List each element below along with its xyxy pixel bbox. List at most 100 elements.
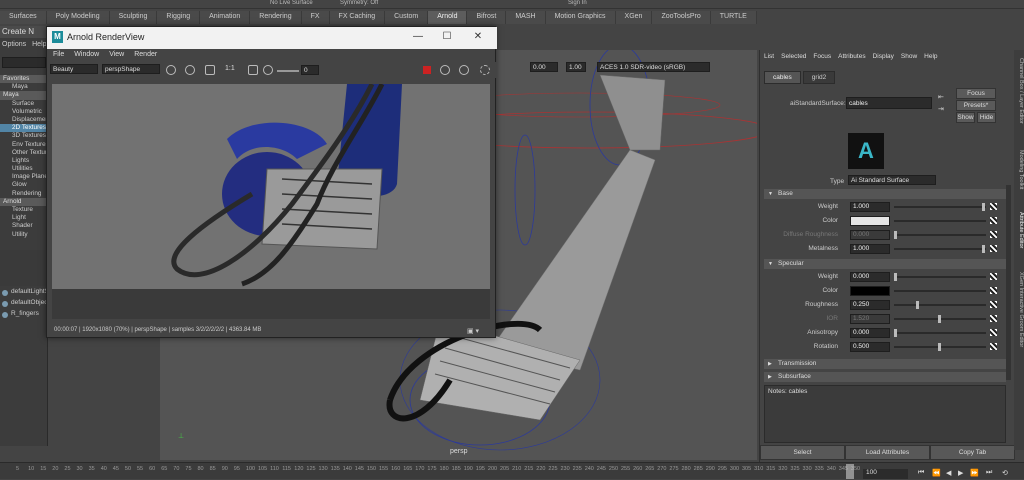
ae-menu-selected[interactable]: Selected: [781, 53, 806, 60]
hide-button[interactable]: Hide: [977, 112, 996, 123]
view-transform-dropdown[interactable]: ACES 1.0 SDR-video (sRGB): [597, 62, 710, 72]
go-start-icon[interactable]: ⏮: [918, 469, 924, 477]
slider-knob[interactable]: [894, 273, 897, 281]
ae-menu-help[interactable]: Help: [924, 53, 937, 60]
map-button-icon[interactable]: [990, 301, 997, 308]
side-tab-modeling-toolkit[interactable]: Modeling Toolkit: [1014, 150, 1024, 189]
map-button-icon[interactable]: [990, 203, 997, 210]
menu-options[interactable]: Options: [2, 41, 26, 48]
tree-item[interactable]: Rendering: [0, 190, 48, 198]
ipr-icon[interactable]: [459, 65, 469, 75]
attr-value-input[interactable]: 0.250: [850, 300, 890, 310]
map-button-icon[interactable]: [990, 231, 997, 238]
presets-button[interactable]: Presets*: [956, 100, 996, 111]
play-forward-icon[interactable]: ▶: [958, 469, 963, 477]
arm-hand[interactable]: [599, 74, 666, 151]
section-specular[interactable]: Specular: [764, 259, 1006, 269]
timeline-ruler[interactable]: 5 10 15 20 25 30 35 40 45 50 55 60 65 70 75 80 85 90 95 100…: [0, 463, 860, 480]
menu-view[interactable]: View: [109, 51, 124, 61]
attr-value-input[interactable]: 0.000: [850, 328, 890, 338]
outliner-item[interactable]: defaultObjectSet: [0, 299, 59, 310]
output-connection-icon[interactable]: ⇥: [938, 105, 944, 113]
loop-icon[interactable]: ⟲: [1002, 469, 1008, 477]
node-search-input[interactable]: [2, 57, 46, 68]
type-dropdown[interactable]: Ai Standard Surface: [848, 175, 936, 185]
current-frame-input[interactable]: 100: [863, 469, 908, 479]
shelf-tab-xgen[interactable]: XGen: [615, 11, 653, 24]
map-button-icon[interactable]: [990, 343, 997, 350]
maximize-icon[interactable]: ☐: [438, 30, 456, 44]
tree-item[interactable]: Glow: [0, 181, 48, 189]
tree-item[interactable]: 3D Textures: [0, 132, 48, 140]
gamma-input[interactable]: 0.00: [530, 62, 558, 72]
step-forward-icon[interactable]: ⏩: [970, 469, 979, 477]
arnold-renderview-window[interactable]: M Arnold RenderView — ☐ ✕ File Window Vi…: [46, 26, 497, 338]
attr-slider[interactable]: [894, 273, 986, 281]
attr-value-input[interactable]: 0.000: [850, 272, 890, 282]
symmetry-field[interactable]: Symmetry: Off: [340, 0, 378, 6]
side-tab-xgen-groom[interactable]: XGen Interactive Groom Editor: [1014, 272, 1024, 347]
show-button[interactable]: Show: [956, 112, 975, 123]
attr-value-input[interactable]: 1.000: [850, 202, 890, 212]
slider-knob[interactable]: [938, 315, 941, 323]
go-end-icon[interactable]: ⏭: [986, 469, 992, 477]
shelf-tab-motion-graphics[interactable]: Motion Graphics: [545, 11, 616, 24]
exposure-input[interactable]: 0: [301, 65, 319, 75]
ae-tab-grid2[interactable]: grid2: [802, 71, 836, 84]
ae-tab-cables[interactable]: cables: [764, 71, 801, 84]
close-icon[interactable]: ✕: [469, 30, 487, 44]
shelf-tab-sculpting[interactable]: Sculpting: [109, 11, 158, 24]
map-button-icon[interactable]: [990, 217, 997, 224]
attr-value-input[interactable]: 1.000: [850, 244, 890, 254]
ratio-button[interactable]: 1:1: [225, 65, 235, 72]
section-transmission[interactable]: Transmission: [764, 359, 1006, 369]
ae-menu-show[interactable]: Show: [901, 53, 917, 60]
ae-menu-focus[interactable]: Focus: [813, 53, 831, 60]
shelf-tab-custom[interactable]: Custom: [385, 11, 429, 24]
outliner-item[interactable]: R_fingers: [0, 310, 48, 321]
tree-item[interactable]: Surface: [0, 100, 48, 108]
node-name-input[interactable]: cables: [846, 97, 932, 109]
settings-gear-icon[interactable]: [480, 65, 490, 75]
live-surface-field[interactable]: No Live Surface: [270, 0, 313, 6]
section-subsurface[interactable]: Subsurface: [764, 372, 1006, 382]
shelf-tab-rigging[interactable]: Rigging: [157, 11, 201, 24]
side-tab-channel-box[interactable]: Channel Box / Layer Editor: [1014, 58, 1024, 124]
attr-slider[interactable]: [894, 301, 986, 309]
shelf-tab-rendering[interactable]: Rendering: [250, 11, 302, 24]
menu-help[interactable]: Help: [32, 41, 46, 48]
exposure-slider[interactable]: [277, 70, 299, 72]
screenshot-icon[interactable]: ▣ ▾: [467, 327, 479, 335]
crop-icon[interactable]: [205, 65, 215, 75]
ae-menu-display[interactable]: Display: [873, 53, 894, 60]
sign-in-button[interactable]: Sign In: [568, 0, 587, 6]
tree-item[interactable]: Displacement: [0, 116, 48, 124]
tree-item[interactable]: Light: [0, 214, 48, 222]
camera-dropdown[interactable]: perspShape: [102, 64, 160, 74]
focus-button[interactable]: Focus: [956, 88, 996, 99]
map-button-icon[interactable]: [990, 273, 997, 280]
color-slider[interactable]: [894, 220, 986, 222]
shelf-tab-fx-caching[interactable]: FX Caching: [329, 11, 386, 24]
shelf-tab-fx[interactable]: FX: [301, 11, 330, 24]
ae-menu-list[interactable]: List: [764, 53, 774, 60]
render-region-icon[interactable]: [166, 65, 176, 75]
tree-group[interactable]: Arnold: [0, 197, 48, 206]
ae-menu-attributes[interactable]: Attributes: [838, 53, 865, 60]
notes-field[interactable]: Notes: cables: [764, 385, 1006, 443]
shelf-tab-animation[interactable]: Animation: [200, 11, 251, 24]
shelf-tab-bifrost[interactable]: Bifrost: [467, 11, 507, 24]
timeline[interactable]: 5 10 15 20 25 30 35 40 45 50 55 60 65 70 75 80 85 90 95 100…: [0, 462, 1024, 479]
slider-knob[interactable]: [894, 231, 897, 239]
menu-window[interactable]: Window: [74, 51, 99, 61]
map-button-icon[interactable]: [990, 315, 997, 322]
tree-item[interactable]: Maya: [0, 83, 48, 91]
tree-item[interactable]: 2D Textures: [0, 124, 48, 133]
load-attributes-button[interactable]: Load Attributes: [845, 445, 930, 460]
refresh-icon[interactable]: [440, 65, 450, 75]
snapshot-icon[interactable]: [185, 65, 195, 75]
shelf-tab-turtle[interactable]: TURTLE: [710, 11, 757, 24]
menu-file[interactable]: File: [53, 51, 64, 61]
shelf-tab-mash[interactable]: MASH: [506, 11, 546, 24]
tree-item[interactable]: Lights: [0, 157, 48, 165]
